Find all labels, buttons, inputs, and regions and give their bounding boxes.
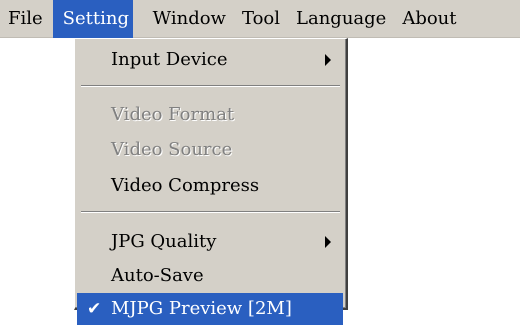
menu-item-label: Video Format (111, 104, 235, 125)
menu-item-video-format: Video Format (77, 98, 343, 132)
menu-item-mjpg-preview[interactable]: ✔ MJPG Preview [2M] (77, 293, 343, 325)
menu-file[interactable]: File (0, 0, 53, 38)
menu-item-label: Auto-Save (111, 265, 204, 286)
menu-about[interactable]: About (396, 0, 462, 38)
menu-item-label: Input Device (111, 49, 228, 70)
menu-item-label: JPG Quality (111, 231, 217, 252)
menu-item-label: Video Compress (111, 175, 260, 196)
menu-item-video-source: Video Source (77, 133, 343, 167)
menu-setting[interactable]: Setting (52, 0, 133, 38)
checkmark-icon: ✔ (87, 299, 102, 319)
menu-bar: File Setting Window Tool Language About (0, 0, 520, 38)
submenu-arrow-icon (325, 54, 331, 66)
menu-separator (81, 85, 340, 87)
menu-language[interactable]: Language (290, 0, 392, 38)
menu-item-label: MJPG Preview [2M] (111, 298, 292, 319)
menu-tool[interactable]: Tool (236, 0, 286, 38)
submenu-arrow-icon (325, 236, 331, 248)
menu-item-label: Video Source (111, 139, 233, 160)
menu-item-auto-save[interactable]: Auto-Save (77, 259, 343, 293)
menu-item-input-device[interactable]: Input Device (77, 43, 343, 77)
menu-separator (81, 211, 340, 213)
screen: File Setting Window Tool Language About … (0, 0, 520, 335)
setting-dropdown-menu: Input Device Video Format Video Source V… (74, 38, 348, 325)
menu-window[interactable]: Window (147, 0, 232, 38)
menu-item-jpg-quality[interactable]: JPG Quality (77, 225, 343, 259)
menu-item-video-compress[interactable]: Video Compress (77, 169, 343, 203)
